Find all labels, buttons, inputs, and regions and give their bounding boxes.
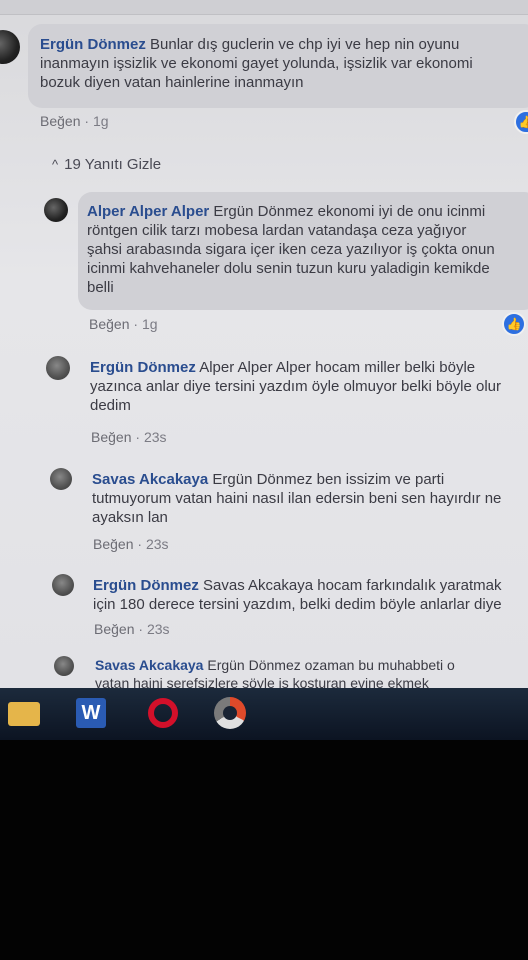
comment-line: tutmuyorum vatan haini nasıl ilan edersi…: [92, 490, 502, 507]
comment-line: Ergün Dönmez ozaman bu muhabbeti o: [207, 657, 455, 673]
taskbar: W: [0, 688, 528, 740]
comment-time[interactable]: 1g: [142, 316, 158, 332]
comment-meta: Beğen · 23s: [94, 621, 170, 637]
folder-icon[interactable]: [8, 702, 40, 726]
opera-icon[interactable]: [148, 698, 178, 728]
comment-line: yazınca anlar diye tersini yazdım öyle o…: [90, 378, 502, 395]
hide-replies-link[interactable]: ^ 19 Yanıtı Gizle: [52, 156, 161, 173]
meta-separator: ·: [138, 621, 147, 637]
comment-line: dedim: [90, 397, 131, 414]
screen: Ergün Dönmez Bunlar dış guclerin ve chp …: [0, 0, 528, 700]
comment-line: Alper Alper Alper hocam miller belki böy…: [199, 359, 476, 376]
avatar[interactable]: [0, 30, 20, 64]
like-button[interactable]: Beğen: [40, 113, 80, 129]
meta-separator: ·: [137, 536, 146, 552]
meta-separator: ·: [133, 316, 142, 332]
dark-background: [0, 740, 528, 960]
comment-text: Ergün Dönmez Alper Alper Alper hocam mil…: [90, 358, 526, 415]
comment-author[interactable]: Ergün Dönmez: [40, 36, 146, 53]
comment-line: icinmi kahvehaneler dolu senin tuzun kur…: [87, 260, 490, 277]
comment-text: Ergün Dönmez Bunlar dış guclerin ve chp …: [40, 35, 526, 92]
like-button[interactable]: Beğen: [94, 621, 134, 637]
comment-meta: Beğen · 1g: [40, 113, 109, 129]
comment-time[interactable]: 23s: [146, 536, 169, 552]
meta-separator: ·: [135, 429, 144, 445]
like-reaction-icon[interactable]: 👍: [502, 312, 526, 336]
comment-line: Ergün Dönmez ben issizim ve parti: [212, 471, 445, 488]
comment-line: röntgen cilik tarzı mobesa lardan vatand…: [87, 222, 467, 239]
meta-separator: ·: [84, 113, 93, 129]
comment-line: bozuk diyen vatan hainlerine inanmayın: [40, 74, 304, 91]
avatar[interactable]: [52, 574, 74, 596]
chevron-up-icon: ^: [52, 157, 59, 172]
comment-author[interactable]: Savas Akcakaya: [92, 471, 208, 488]
comment-time[interactable]: 23s: [144, 429, 167, 445]
replies-toggle-label: 19 Yanıtı Gizle: [64, 156, 162, 173]
comment-line: belli: [87, 279, 114, 296]
word-icon[interactable]: W: [76, 698, 106, 728]
comment-author[interactable]: Ergün Dönmez: [90, 359, 196, 376]
comment-author[interactable]: Alper Alper Alper: [87, 203, 209, 220]
avatar[interactable]: [46, 356, 70, 380]
comment-line: Savas Akcakaya hocam farkındalık yaratma…: [203, 577, 502, 594]
comment-author[interactable]: Ergün Dönmez: [93, 577, 199, 594]
like-reaction-icon[interactable]: 👍: [514, 110, 528, 134]
like-button[interactable]: Beğen: [91, 429, 131, 445]
like-button[interactable]: Beğen: [93, 536, 133, 552]
comment-text: Savas Akcakaya Ergün Dönmez ben issizim …: [92, 470, 522, 527]
comment-meta: Beğen · 1g: [89, 316, 158, 332]
avatar[interactable]: [54, 656, 74, 676]
avatar[interactable]: [44, 198, 68, 222]
comment-meta: Beğen · 23s: [91, 429, 167, 445]
comment-text: Ergün Dönmez Savas Akcakaya hocam farkın…: [93, 576, 523, 614]
avatar[interactable]: [50, 468, 72, 490]
browser-icon[interactable]: [214, 697, 246, 729]
comment-author[interactable]: Savas Akcakaya: [95, 657, 203, 673]
comment-line: Bunlar dış guclerin ve chp iyi ve hep ni…: [150, 36, 460, 53]
comment-meta: Beğen · 23s: [93, 536, 169, 552]
comment-time[interactable]: 1g: [93, 113, 109, 129]
comment-line: şahsi arabasında sigara içer iken ceza y…: [87, 241, 495, 258]
like-button[interactable]: Beğen: [89, 316, 129, 332]
comment-line: ayaksın lan: [92, 509, 168, 526]
top-divider: [0, 0, 528, 15]
comment-line: inanmayın işsizlik ve ekonomi gayet yolu…: [40, 55, 473, 72]
comment-text: Savas Akcakaya Ergün Dönmez ozaman bu mu…: [95, 656, 523, 692]
comment-time[interactable]: 23s: [147, 621, 170, 637]
comment-text: Alper Alper Alper Ergün Dönmez ekonomi i…: [87, 202, 525, 297]
comment-line: Ergün Dönmez ekonomi iyi de onu icinmi: [213, 203, 486, 220]
comment-line: için 180 derece tersini yazdım, belki de…: [93, 596, 502, 613]
